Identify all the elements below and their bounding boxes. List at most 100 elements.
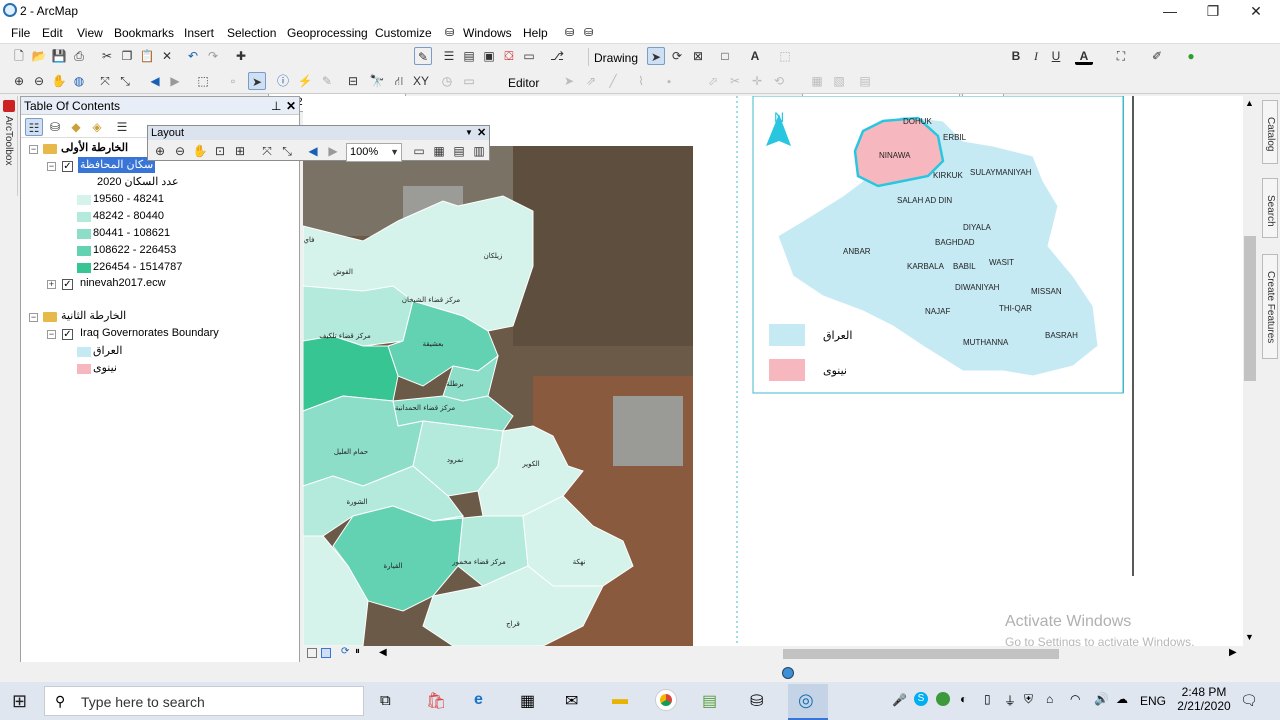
add-data-icon[interactable]: ✚ xyxy=(232,47,250,65)
editor-menu[interactable]: Editor xyxy=(508,76,539,90)
file-explorer-icon[interactable]: ▬ xyxy=(612,691,628,709)
notifications-icon[interactable]: 🗨 xyxy=(1240,692,1258,709)
edit-annotation-icon[interactable]: ⇗ xyxy=(582,72,600,90)
line-color-icon[interactable]: ✐ xyxy=(1148,47,1166,65)
class-swatch-3[interactable] xyxy=(77,229,91,239)
data-driven-pages-icon[interactable]: ▥ xyxy=(470,142,488,160)
rectangle-icon[interactable]: □ xyxy=(716,47,734,65)
mic-icon[interactable]: 🎤 xyxy=(892,693,907,707)
menu-geoprocessing[interactable]: Geoprocessing xyxy=(287,26,368,40)
paste-icon[interactable]: 📋 xyxy=(138,47,156,65)
list-by-visibility-icon[interactable]: ◆ xyxy=(67,118,85,136)
scroll-right-arrow[interactable]: ▶ xyxy=(1229,647,1237,658)
clock[interactable]: 2:48 PM 2/21/2020 xyxy=(1174,685,1234,713)
clear-selection-icon[interactable]: ▫ xyxy=(224,72,242,90)
vertical-scroll-thumb[interactable] xyxy=(1244,236,1256,381)
tray-usb-icon[interactable]: ⏚ xyxy=(1004,692,1016,709)
underline-button[interactable]: U xyxy=(1047,47,1065,65)
horizontal-scroll-thumb[interactable] xyxy=(783,649,1059,659)
layout-forward-icon[interactable]: ▶ xyxy=(324,142,342,160)
list-by-drawing-order-icon[interactable]: ☷ xyxy=(25,118,43,136)
class-swatch-5[interactable] xyxy=(77,263,91,273)
iraq-swatch[interactable] xyxy=(77,347,91,357)
menu-bookmarks[interactable]: Bookmarks xyxy=(114,26,174,40)
layer-iraq-boundary[interactable]: Iraq Governorates Boundary xyxy=(80,325,219,341)
zoom-to-selected-icon[interactable]: ⊠ xyxy=(689,47,707,65)
tray-network-icon[interactable]: ⌂ xyxy=(1046,692,1053,706)
windows-start-icon[interactable]: ⊞ xyxy=(12,692,27,710)
change-layout-icon[interactable]: ▤ xyxy=(450,142,468,160)
class-swatch-2[interactable] xyxy=(77,212,91,222)
fixed-zoom-out-layout-icon[interactable]: ⤡ xyxy=(278,142,296,160)
pan-icon[interactable]: ✋ xyxy=(50,72,68,90)
measure-icon[interactable]: ⊟ xyxy=(344,72,362,90)
pause-drawing-icon[interactable]: ⏸ xyxy=(355,646,360,657)
create-features-tab[interactable]: Create Features xyxy=(1262,254,1278,359)
ninawa-swatch[interactable] xyxy=(77,364,91,374)
go-to-xy-icon[interactable]: XY xyxy=(412,72,430,90)
class-swatch-4[interactable] xyxy=(77,246,91,256)
zoom-100-icon[interactable]: ⊞ xyxy=(231,142,249,160)
zoom-in-icon[interactable]: ⊕ xyxy=(10,72,28,90)
fill-color-icon[interactable]: ⛶ xyxy=(1112,47,1130,65)
list-by-source-icon[interactable]: ⛁ xyxy=(46,118,64,136)
menu-windows[interactable]: Windows xyxy=(463,26,512,40)
menu-customize[interactable]: Customize xyxy=(375,26,432,40)
collapse-layer2[interactable]: − xyxy=(47,330,56,339)
options-icon[interactable]: ☰ xyxy=(113,118,131,136)
edit-vertices-icon[interactable]: ⬚ xyxy=(776,47,794,65)
model-builder-icon[interactable]: ⎇ xyxy=(548,47,566,65)
zoom-whole-page-icon[interactable]: ⊡ xyxy=(211,142,229,160)
python-icon[interactable]: ⛁ xyxy=(584,26,593,39)
volume-icon[interactable]: 🔊 xyxy=(1094,692,1109,706)
class-swatch-1[interactable] xyxy=(77,195,91,205)
identify-icon[interactable]: ⓘ xyxy=(274,72,292,90)
collapse-frame2[interactable]: − xyxy=(29,313,38,322)
language-indicator[interactable]: ENG xyxy=(1140,694,1166,708)
store-icon[interactable]: 🛍 xyxy=(426,691,446,711)
chrome-icon[interactable] xyxy=(656,690,676,710)
edge-icon[interactable]: e xyxy=(474,691,483,709)
zoom-out-icon[interactable]: ⊖ xyxy=(30,72,48,90)
new-icon[interactable]: 🗋 xyxy=(10,47,28,65)
layer-population[interactable]: سكان المحافظة xyxy=(78,157,156,173)
trace-icon[interactable]: ⌇ xyxy=(632,72,650,90)
arctoolbox-tab[interactable]: ArcToolbox xyxy=(0,96,18,196)
select-elements-tool-icon[interactable]: ➤ xyxy=(248,72,266,90)
copy-icon[interactable]: ❐ xyxy=(118,47,136,65)
menu-insert[interactable]: Insert xyxy=(184,26,214,40)
close-toc-icon[interactable]: ✕ xyxy=(286,97,296,115)
menu-file[interactable]: File xyxy=(11,26,30,40)
find-route-icon[interactable]: ⛙ xyxy=(390,72,408,90)
create-features-icon[interactable]: ▤ xyxy=(856,72,874,90)
horizontal-scrollbar[interactable]: ⟳ ⏸ ◀ ▶ xyxy=(303,646,1243,662)
maximize-button[interactable]: ❐ xyxy=(1198,2,1228,20)
menu-help[interactable]: Help xyxy=(523,26,548,40)
scroll-up-arrow[interactable]: ▲ xyxy=(1245,98,1254,108)
collapse-layer1[interactable]: − xyxy=(47,162,56,171)
print-icon[interactable]: ⎙ xyxy=(70,47,88,65)
reshape-icon[interactable]: ⬀ xyxy=(704,72,722,90)
catalog-tab[interactable]: Catalog xyxy=(1262,100,1278,164)
tray-battery-icon[interactable]: ▯ xyxy=(984,692,991,706)
full-extent-icon[interactable]: ◍ xyxy=(70,72,88,90)
menu-view[interactable]: View xyxy=(77,26,103,40)
refresh-icon[interactable]: ⟳ xyxy=(341,646,349,657)
vertical-scrollbar[interactable]: ▲ ▼ xyxy=(1243,96,1257,646)
split-icon[interactable]: ✛ xyxy=(748,72,766,90)
expand-raster[interactable]: + xyxy=(47,280,56,289)
cut-icon[interactable]: ✂ xyxy=(98,47,116,65)
dropdown-icon[interactable]: ▼ xyxy=(465,126,473,140)
hyperlink-icon[interactable]: ⚡ xyxy=(296,72,314,90)
close-button[interactable]: ✕ xyxy=(1241,2,1271,20)
select-elements-icon[interactable]: ➤ xyxy=(647,47,665,65)
arctoolbox-icon[interactable]: ⛋ xyxy=(500,47,518,65)
pin-icon[interactable]: ⊥ xyxy=(271,97,281,115)
data-frame-2-name[interactable]: الخارطة الثانية xyxy=(61,308,126,324)
viewer-icon[interactable]: ▭ xyxy=(460,72,478,90)
minimize-button[interactable]: — xyxy=(1155,2,1185,20)
toc-window-icon[interactable]: ☰ xyxy=(440,47,458,65)
menu-edit[interactable]: Edit xyxy=(42,26,63,40)
attributes-icon[interactable]: ▦ xyxy=(808,72,826,90)
back-extent-icon[interactable]: ◀ xyxy=(146,72,164,90)
